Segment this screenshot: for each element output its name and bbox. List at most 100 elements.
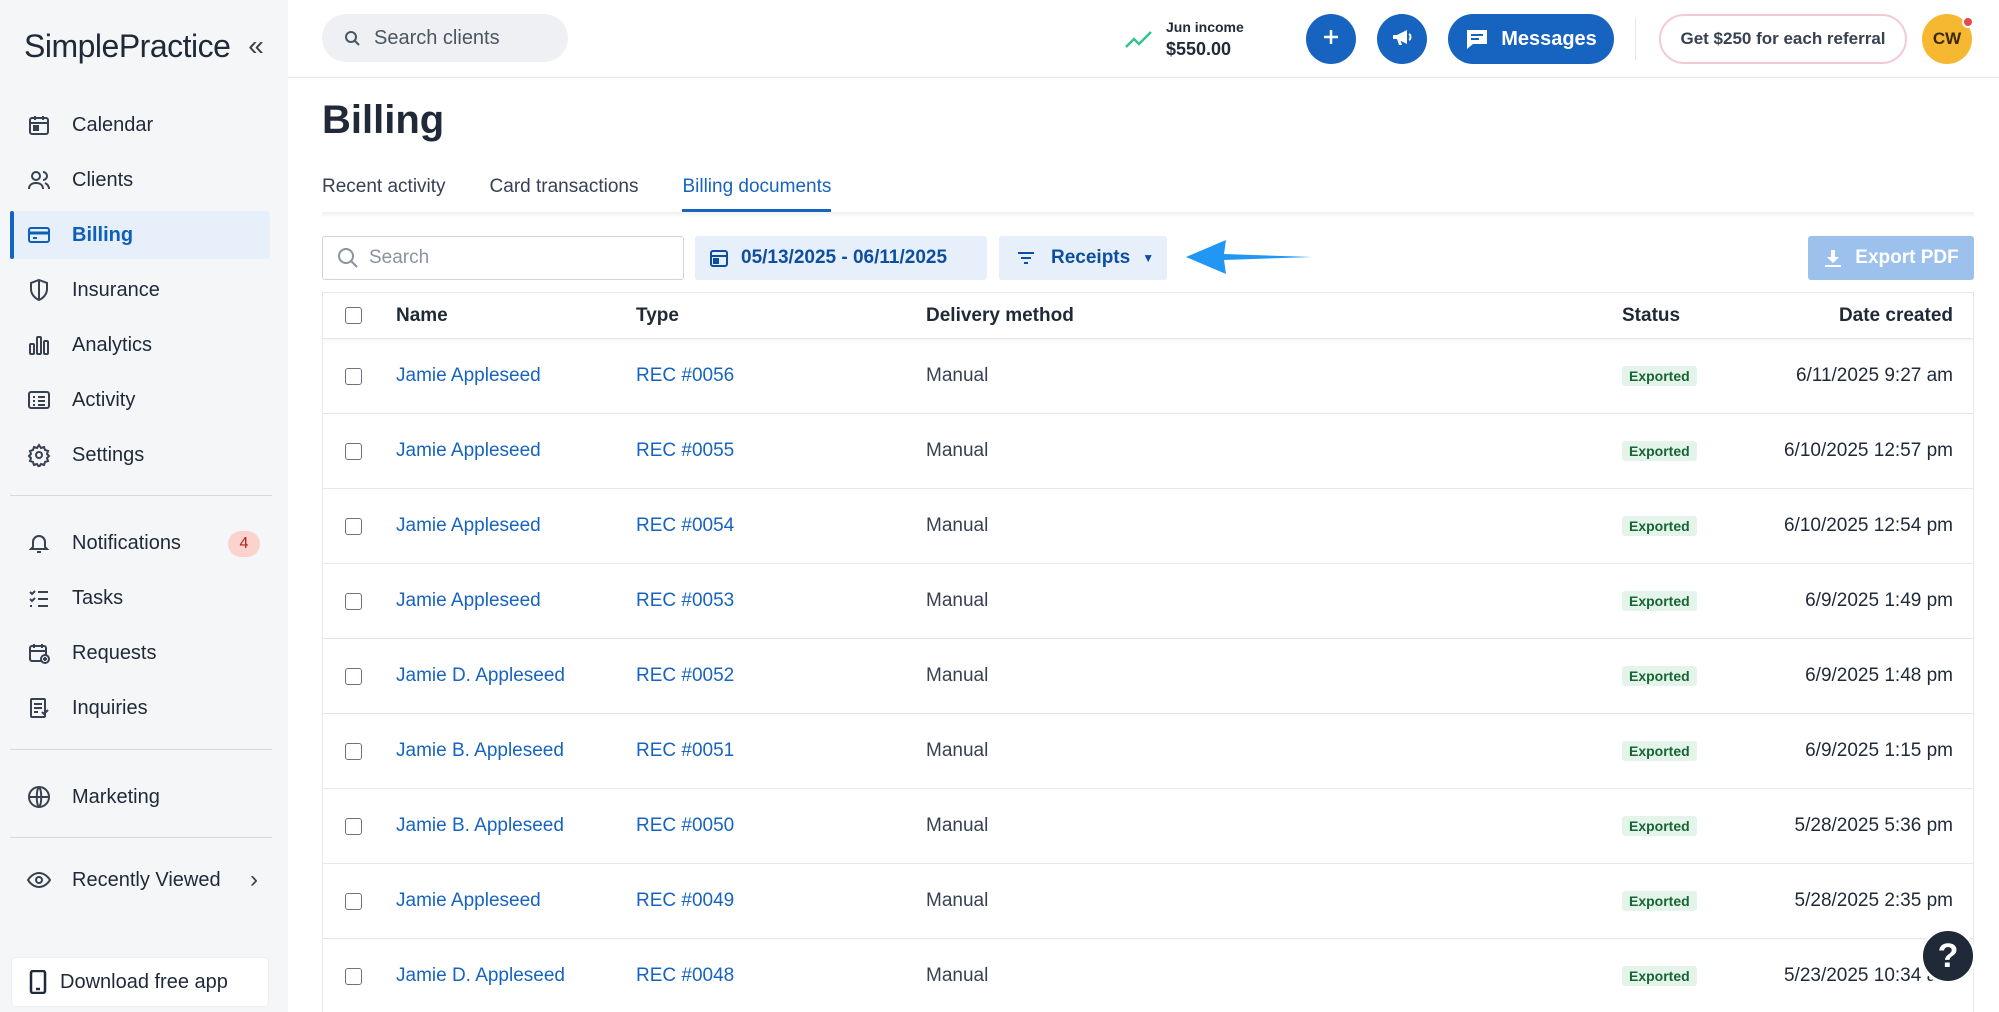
row-checkbox-cell (345, 939, 362, 1012)
income-label: Jun income (1166, 18, 1244, 35)
delivery-method: Manual (926, 740, 989, 761)
document-link[interactable]: REC #0053 (636, 590, 734, 612)
client-name-link[interactable]: Jamie B. Appleseed (396, 740, 564, 762)
date-created: 6/10/2025 12:57 pm (1783, 440, 1953, 461)
column-header-name[interactable]: Name (396, 293, 448, 338)
document-link[interactable]: REC #0054 (636, 515, 734, 537)
row-checkbox[interactable] (345, 967, 362, 985)
select-all-checkbox[interactable] (345, 307, 362, 324)
delivery-method: Manual (926, 815, 989, 836)
date-range-value: 05/13/2025 - 06/11/2025 (741, 247, 948, 268)
document-link[interactable]: REC #0050 (636, 815, 734, 837)
referral-button[interactable]: Get $250 for each referral (1659, 14, 1907, 64)
tab-billing-documents[interactable]: Billing documents (682, 176, 831, 212)
table-row: Jamie Appleseed REC #0055 Manual Exporte… (323, 414, 1973, 489)
gear-icon (26, 442, 52, 468)
document-search-field[interactable] (322, 236, 684, 280)
sidebar-item-tasks[interactable]: Tasks (10, 574, 270, 622)
tab-recent-activity[interactable]: Recent activity (322, 176, 446, 212)
sidebar-item-analytics[interactable]: Analytics (10, 321, 270, 369)
megaphone-icon (1390, 25, 1414, 54)
search-clients-input[interactable]: Search clients (322, 14, 568, 62)
client-name-link[interactable]: Jamie Appleseed (396, 590, 541, 612)
sidebar-item-settings[interactable]: Settings (10, 431, 270, 479)
messages-button[interactable]: Messages (1448, 14, 1614, 64)
sidebar-item-label: Requests (72, 641, 157, 664)
help-button[interactable]: ? (1920, 928, 1976, 984)
row-checkbox[interactable] (345, 442, 362, 460)
sidebar-item-label: Analytics (72, 333, 153, 356)
export-pdf-button[interactable]: Export PDF (1808, 236, 1974, 280)
topbar-divider (1635, 18, 1636, 60)
sidebar-item-inquiries[interactable]: Inquiries (10, 684, 270, 732)
referral-label: Get $250 for each referral (1680, 29, 1886, 48)
client-name-link[interactable]: Jamie Appleseed (396, 365, 541, 387)
client-name-link[interactable]: Jamie Appleseed (396, 440, 541, 462)
row-checkbox[interactable] (345, 892, 362, 910)
row-checkbox[interactable] (345, 742, 362, 760)
row-checkbox[interactable] (345, 667, 362, 685)
notifications-count-badge: 4 (228, 531, 260, 557)
date-range-picker[interactable]: 05/13/2025 - 06/11/2025 (695, 236, 987, 280)
document-search-input[interactable] (369, 247, 669, 269)
filter-icon (1017, 251, 1035, 265)
client-name-link[interactable]: Jamie B. Appleseed (396, 815, 564, 837)
document-type-filter[interactable]: Receipts ▼ (999, 236, 1167, 280)
sidebar-item-requests[interactable]: Requests (10, 629, 270, 677)
row-checkbox-cell (345, 639, 362, 713)
row-checkbox[interactable] (345, 517, 362, 535)
sidebar-item-billing[interactable]: Billing (10, 211, 270, 259)
row-checkbox[interactable] (345, 592, 362, 610)
client-name-link[interactable]: Jamie D. Appleseed (396, 965, 565, 987)
tab-card-transactions[interactable]: Card transactions (490, 176, 639, 212)
row-checkbox-cell (345, 714, 362, 788)
sidebar-item-clients[interactable]: Clients (10, 156, 270, 204)
sidebar-item-notifications[interactable]: Notifications 4 (10, 519, 270, 567)
document-link[interactable]: REC #0049 (636, 890, 734, 912)
logo[interactable]: SimplePractice (24, 28, 231, 65)
document-link[interactable]: REC #0055 (636, 440, 734, 462)
announcements-button[interactable] (1377, 14, 1427, 64)
document-link[interactable]: REC #0048 (636, 965, 734, 987)
sidebar-item-insurance[interactable]: Insurance (10, 266, 270, 314)
sidebar-item-marketing[interactable]: Marketing (10, 773, 270, 821)
row-checkbox[interactable] (345, 817, 362, 835)
delivery-method: Manual (926, 365, 989, 386)
eye-icon (26, 867, 52, 893)
table-row: Jamie B. Appleseed REC #0051 Manual Expo… (323, 714, 1973, 789)
document-link[interactable]: REC #0056 (636, 365, 734, 387)
caret-down-icon: ▼ (1142, 251, 1155, 265)
sidebar-item-calendar[interactable]: Calendar (10, 101, 270, 149)
filter-label: Receipts (1051, 247, 1131, 268)
delivery-method: Manual (926, 440, 989, 461)
document-link[interactable]: REC #0051 (636, 740, 734, 762)
table-header: Name Type Delivery method Status Date cr… (323, 293, 1973, 339)
sidebar-item-recently-viewed[interactable]: Recently Viewed › (10, 856, 270, 904)
row-checkbox-cell (345, 564, 362, 638)
download-app-button[interactable]: Download free app (12, 958, 268, 1006)
table-row: Jamie D. Appleseed REC #0048 Manual Expo… (323, 939, 1973, 1012)
sidebar-item-label: Tasks (72, 586, 124, 609)
client-name-link[interactable]: Jamie D. Appleseed (396, 665, 565, 687)
sidebar-item-activity[interactable]: Activity (10, 376, 270, 424)
sidebar-item-label: Inquiries (72, 696, 148, 719)
collapse-sidebar-button[interactable]: « (238, 30, 274, 62)
status-badge: Exported (1622, 816, 1697, 836)
sidebar: SimplePractice « Calendar Clients Billin… (0, 0, 288, 1012)
column-header-date[interactable]: Date created (1839, 293, 1953, 338)
create-new-button[interactable] (1306, 14, 1356, 64)
document-link[interactable]: REC #0052 (636, 665, 734, 687)
sidebar-item-label: Recently Viewed (72, 868, 221, 891)
date-created: 6/9/2025 1:15 pm (1805, 740, 1953, 761)
download-icon (1823, 248, 1843, 268)
income-summary[interactable]: Jun income $550.00 (1124, 14, 1244, 64)
column-header-type[interactable]: Type (636, 293, 679, 338)
bell-icon (26, 530, 52, 556)
row-checkbox[interactable] (345, 367, 362, 385)
client-name-link[interactable]: Jamie Appleseed (396, 515, 541, 537)
delivery-method: Manual (926, 890, 989, 911)
column-header-delivery[interactable]: Delivery method (926, 293, 1074, 338)
column-header-status[interactable]: Status (1622, 293, 1680, 338)
status-badge: Exported (1622, 891, 1697, 911)
client-name-link[interactable]: Jamie Appleseed (396, 890, 541, 912)
